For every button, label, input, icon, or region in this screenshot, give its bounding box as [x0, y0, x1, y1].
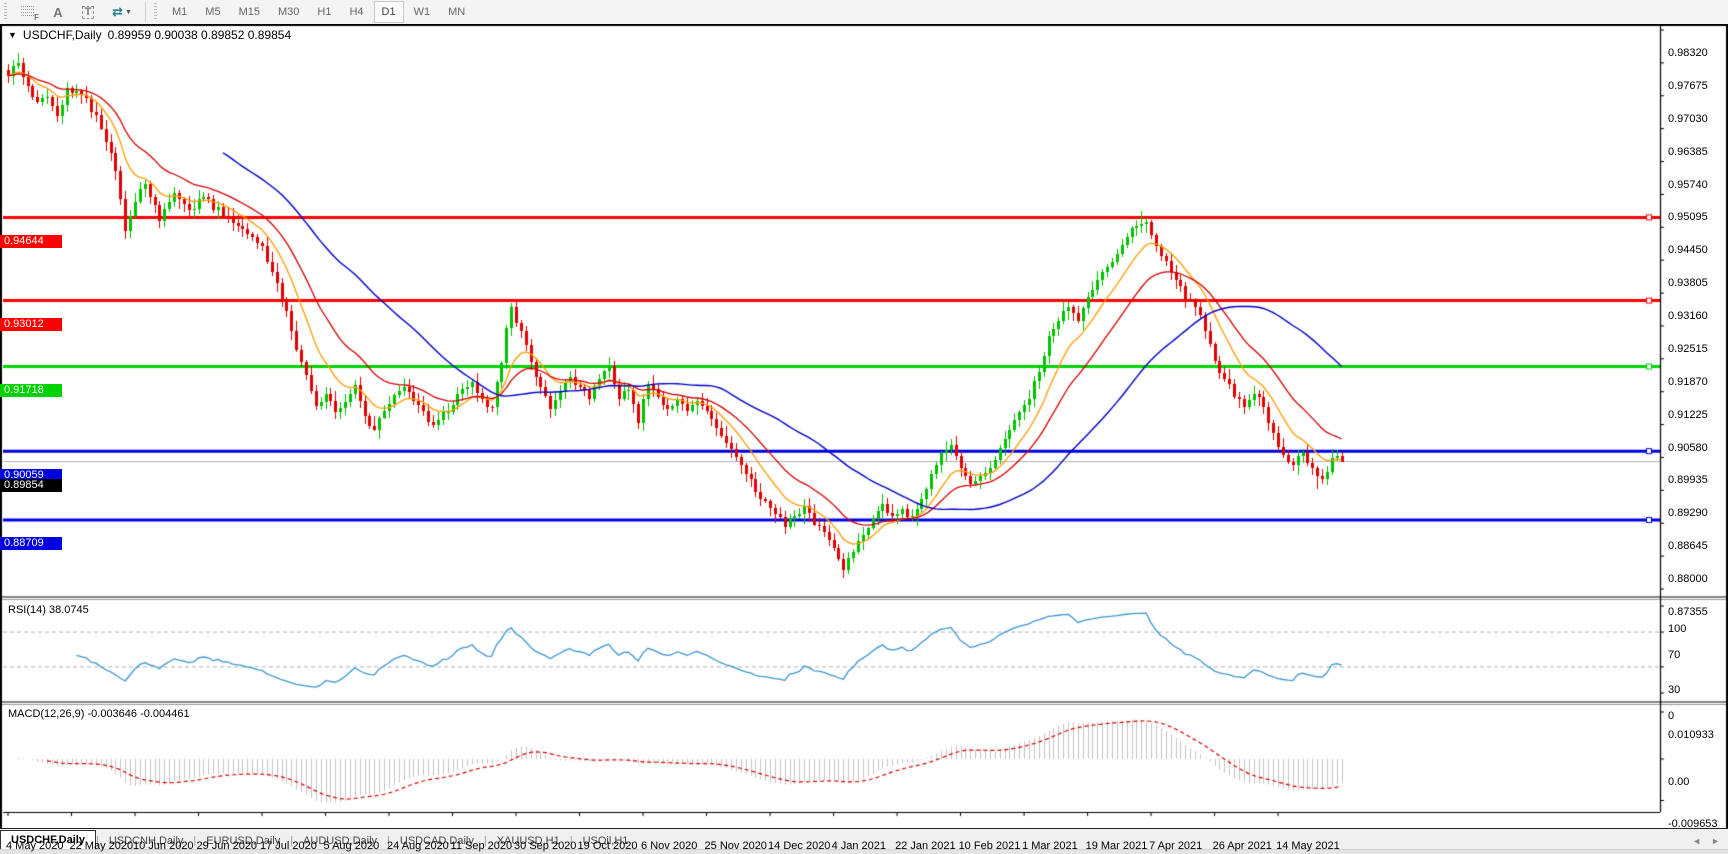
date-axis-label: 4 Jan 2021	[832, 840, 886, 852]
timeframe-button-H1[interactable]: H1	[309, 1, 339, 23]
arrows-dropdown-caret-icon[interactable]: ▼	[125, 9, 132, 16]
rsi-value: 38.0745	[49, 604, 89, 616]
date-axis-label: 10 Feb 2021	[959, 840, 1021, 852]
tab-scroll-controls: ◄ ►	[1692, 832, 1728, 850]
price-axis-tick: 0.95740	[1668, 179, 1708, 191]
date-axis-label: 25 Nov 2020	[705, 840, 767, 852]
timeframe-button-M1[interactable]: M1	[164, 1, 195, 23]
text-label-tool-button[interactable]: T	[74, 1, 102, 23]
timeframe-button-M30[interactable]: M30	[270, 1, 307, 23]
price-axis-tick: 0.90580	[1668, 442, 1708, 454]
toolbar-grip[interactable]	[3, 3, 10, 21]
current-price-tag: 0.89854	[0, 479, 62, 492]
date-axis-label: 1 Mar 2021	[1022, 840, 1078, 852]
chart-title-caret-icon[interactable]: ▼	[8, 30, 17, 40]
hline-price-tag: 0.93012	[0, 318, 62, 331]
date-axis-label: 6 Nov 2020	[641, 840, 697, 852]
rsi-label: RSI(14)	[8, 604, 46, 616]
chart-ohlc-values: 0.89959 0.90038 0.89852 0.89854	[108, 28, 292, 42]
date-axis-label: 19 Oct 2020	[578, 840, 638, 852]
price-axis-tick: 0.92515	[1668, 343, 1708, 355]
chart-title: ▼ USDCHF,Daily 0.89959 0.90038 0.89852 0…	[8, 28, 291, 42]
macd-label: MACD(12,26,9)	[8, 708, 84, 720]
date-axis-label: 11 Sep 2020	[451, 840, 513, 852]
macd-values: -0.003646 -0.004461	[87, 708, 189, 720]
timeframe-button-M5[interactable]: M5	[197, 1, 228, 23]
date-axis-label: 7 Apr 2021	[1149, 840, 1202, 852]
toolbar-separator	[145, 2, 146, 22]
rsi-axis-tick: 100	[1668, 623, 1686, 635]
line-study-toolbar: F A T ⇄▼	[13, 1, 141, 23]
top-toolbar: F A T ⇄▼ M1M5M15M30H1H4D1W1MN	[0, 0, 1728, 25]
date-axis-label: 5 Aug 2020	[324, 840, 380, 852]
macd-axis-tick: 0.010933	[1668, 729, 1714, 741]
hline-price-tag: 0.88709	[0, 537, 62, 550]
price-axis-tick: 0.88645	[1668, 540, 1708, 552]
price-axis-tick: 0.91225	[1668, 409, 1708, 421]
fibonacci-icon	[21, 6, 35, 18]
hline-price-tag: 0.94644	[0, 235, 62, 248]
price-axis-tick: 0.87355	[1668, 606, 1708, 618]
chart-window: ▼ USDCHF,Daily 0.89959 0.90038 0.89852 0…	[0, 24, 1728, 828]
toolbar-grip[interactable]	[153, 3, 160, 21]
fibonacci-tool-button[interactable]: F	[14, 1, 42, 23]
chart-symbol-title: USDCHF,Daily	[23, 28, 102, 42]
macd-axis-tick: -0.009653	[1668, 818, 1718, 830]
date-axis-label: 14 May 2021	[1276, 840, 1340, 852]
text-tool-button[interactable]: A	[44, 1, 72, 23]
fibonacci-f-glyph: F	[34, 13, 39, 22]
date-axis-label: 29 Jun 2020	[197, 840, 258, 852]
date-axis-label: 24 Aug 2020	[387, 840, 449, 852]
date-axis-label: 22 May 2020	[70, 840, 134, 852]
hline-price-tag: 0.91718	[0, 384, 62, 397]
tab-scroll-left-button[interactable]: ◄	[1692, 832, 1701, 850]
price-axis-tick: 0.94450	[1668, 244, 1708, 256]
tab-scroll-right-button[interactable]: ►	[1711, 832, 1720, 850]
date-axis-label: 17 Jul 2020	[260, 840, 317, 852]
rsi-axis-tick: 70	[1668, 649, 1680, 661]
macd-indicator-label: MACD(12,26,9) -0.003646 -0.004461	[8, 708, 190, 720]
macd-axis-tick: 0.00	[1668, 776, 1689, 788]
timeframe-button-D1[interactable]: D1	[374, 1, 404, 23]
price-axis-tick: 0.93160	[1668, 310, 1708, 322]
date-axis-label: 22 Jan 2021	[895, 840, 956, 852]
price-axis-tick: 0.98320	[1668, 47, 1708, 59]
price-axis-tick: 0.91870	[1668, 376, 1708, 388]
main-chart-canvas[interactable]	[0, 24, 1728, 828]
price-axis-tick: 0.96385	[1668, 146, 1708, 158]
timeframe-button-W1[interactable]: W1	[406, 1, 439, 23]
mt4-terminal: FAT⇄▼ M1M5M15M30H1H4D1W1MN ▼ USDCHF,Dail…	[0, 0, 1728, 854]
date-axis-label: 10 Jun 2020	[133, 840, 194, 852]
timeframe-toolbar: M1M5M15M30H1H4D1W1MN	[163, 1, 474, 23]
price-axis-tick: 0.97030	[1668, 113, 1708, 125]
date-axis-label: 4 May 2020	[6, 840, 63, 852]
text-label-icon: T	[82, 6, 95, 19]
rsi-indicator-label: RSI(14) 38.0745	[8, 604, 89, 616]
date-axis-label: 26 Apr 2021	[1213, 840, 1272, 852]
price-axis-tick: 0.89935	[1668, 474, 1708, 486]
timeframe-button-M15[interactable]: M15	[231, 1, 268, 23]
arrows-tool-button[interactable]: ⇄▼	[104, 1, 140, 23]
price-axis-tick: 0.95095	[1668, 211, 1708, 223]
date-axis-label: 14 Dec 2020	[768, 840, 830, 852]
date-axis-label: 30 Sep 2020	[514, 840, 576, 852]
timeframe-button-MN[interactable]: MN	[440, 1, 473, 23]
price-axis-tick: 0.88000	[1668, 573, 1708, 585]
rsi-axis-tick: 30	[1668, 684, 1680, 696]
timeframe-button-H4[interactable]: H4	[341, 1, 371, 23]
arrows-icon: ⇄	[112, 4, 123, 20]
text-tool-icon: A	[53, 5, 62, 20]
price-axis-tick: 0.89290	[1668, 507, 1708, 519]
rsi-axis-tick: 0	[1668, 710, 1674, 722]
price-axis-tick: 0.93805	[1668, 277, 1708, 289]
price-axis-tick: 0.97675	[1668, 80, 1708, 92]
date-axis-label: 19 Mar 2021	[1086, 840, 1148, 852]
